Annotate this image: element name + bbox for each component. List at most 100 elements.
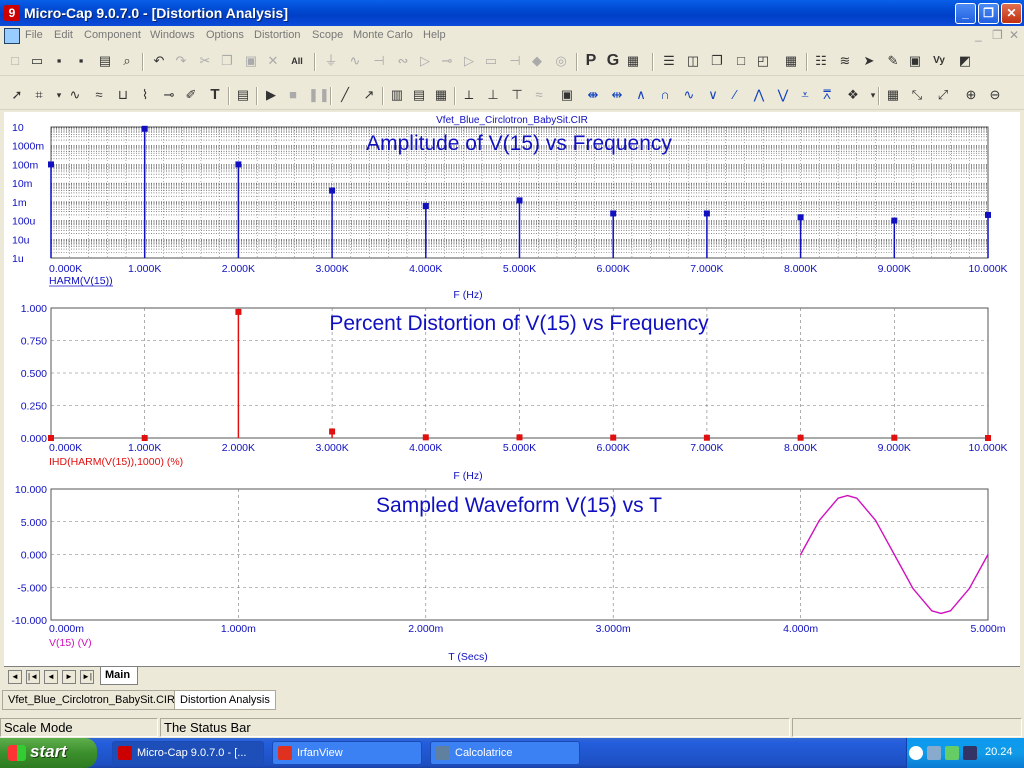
menu-monte-carlo[interactable]: Monte Carlo — [353, 29, 413, 41]
scale-icon[interactable]: ▣ — [558, 86, 576, 104]
high-cursor-icon[interactable]: ∿ — [680, 86, 698, 104]
source-icon[interactable]: ◎ — [552, 52, 570, 70]
doc-tab-circuit[interactable]: Vfet_Blue_Circlotron_BabySit.CIR — [2, 690, 181, 710]
auto-scale-icon[interactable]: ⤢ — [934, 86, 952, 104]
global-low-icon[interactable]: ⋁ — [774, 86, 792, 104]
cascade-icon[interactable]: ❐ — [708, 52, 726, 70]
network-icon[interactable] — [927, 746, 941, 760]
save-all-icon[interactable]: ▪ — [72, 52, 90, 70]
stop-icon[interactable]: ■ — [284, 86, 302, 104]
analysis-plots[interactable]: Vfet_Blue_Circlotron_BabySit.CIR 10 1000m 1… — [4, 112, 1020, 666]
print-icon[interactable]: ▤ — [96, 52, 114, 70]
probe-g-button[interactable]: G — [604, 52, 622, 70]
menu-scope[interactable]: Scope — [312, 29, 343, 41]
probe-p-button[interactable]: P — [582, 52, 600, 70]
xy-scale-icon[interactable]: ⤡ — [908, 86, 926, 104]
mdi-close-button[interactable]: ✕ — [1009, 28, 1019, 42]
table-icon[interactable]: ▤ — [410, 86, 428, 104]
valley-icon[interactable]: ⊤ — [508, 86, 526, 104]
bottom-icon[interactable]: ⩞ — [818, 86, 836, 104]
macro-icon[interactable]: ▭ — [482, 52, 500, 70]
low-cursor-icon[interactable]: ∨ — [704, 86, 722, 104]
document-icon[interactable] — [4, 28, 20, 44]
task-irfanview[interactable]: IrfanView — [272, 741, 422, 765]
global-high-icon[interactable]: ⋀ — [750, 86, 768, 104]
tray-arrow-icon[interactable] — [909, 746, 923, 760]
menu-help[interactable]: Help — [423, 29, 446, 41]
select-all-icon[interactable]: AII — [288, 52, 306, 70]
microcap-app-icon[interactable]: 9 — [4, 5, 20, 21]
peak-icon[interactable]: ⊥ — [484, 86, 502, 104]
inductor-icon[interactable]: ∾ — [394, 52, 412, 70]
zoom-in-icon[interactable]: ⊕ — [962, 86, 980, 104]
resistor-icon[interactable]: ∿ — [346, 52, 364, 70]
zoom-out-icon[interactable]: ⊖ — [986, 86, 1004, 104]
diode-icon[interactable]: ▷ — [416, 52, 434, 70]
capacitor-icon[interactable]: ⊣ — [370, 52, 388, 70]
restore-button[interactable]: ❐ — [978, 3, 999, 24]
cursor-right-icon[interactable]: ⇹ — [608, 86, 626, 104]
pen-icon[interactable]: ✎ — [884, 52, 902, 70]
wire-icon[interactable]: ∿ — [66, 86, 84, 104]
calculator-icon[interactable]: ▦ — [782, 52, 800, 70]
new-icon[interactable]: □ — [6, 52, 24, 70]
close-button[interactable]: ✕ — [1001, 3, 1022, 24]
peak-cursor-icon[interactable]: ∧ — [632, 86, 650, 104]
ground-icon[interactable]: ⏚ — [322, 52, 340, 70]
battery-tray-icon[interactable] — [945, 746, 959, 760]
tile-vertical-icon[interactable]: ◫ — [684, 52, 702, 70]
library-icon[interactable]: ❖ — [844, 86, 862, 104]
text-tool-icon[interactable]: T — [206, 86, 224, 104]
waveform-icon[interactable]: ≋ — [836, 52, 854, 70]
grid-on-icon[interactable]: ▥ — [388, 86, 406, 104]
tab-main[interactable]: Main — [100, 667, 138, 685]
picture-icon[interactable]: ▣ — [906, 52, 924, 70]
pin-icon[interactable]: ⊸ — [160, 86, 178, 104]
copy-icon[interactable]: ❐ — [218, 52, 236, 70]
mdi-minimize-button[interactable]: _ — [975, 28, 982, 42]
line-icon[interactable]: ╱ — [336, 86, 354, 104]
mdi-restore-button[interactable]: ❐ — [992, 28, 1003, 42]
cursor-left-icon[interactable]: ⇼ — [584, 86, 602, 104]
run-icon[interactable]: ▶ — [262, 86, 280, 104]
window-icon[interactable]: ◩ — [956, 52, 974, 70]
last-page-button[interactable]: ►| — [80, 670, 94, 684]
save-icon[interactable]: ▪ — [50, 52, 68, 70]
numeric-output-icon[interactable]: ▦ — [884, 86, 902, 104]
paste-icon[interactable]: ▣ — [242, 52, 260, 70]
minor-grid-icon[interactable]: ▦ — [432, 86, 450, 104]
cursor-mode-icon[interactable]: ⟂ — [460, 86, 478, 104]
menu-component[interactable]: Component — [84, 29, 141, 41]
component-list-icon[interactable]: ☷ — [812, 52, 830, 70]
vy-icon[interactable]: Vy — [930, 52, 948, 70]
pointer-icon[interactable]: ➤ — [860, 52, 878, 70]
select-mode-icon[interactable]: ⌗ — [30, 86, 48, 104]
properties-icon[interactable]: ▤ — [234, 86, 252, 104]
probe-icon[interactable]: ▦ — [624, 52, 642, 70]
plot-area[interactable]: Vfet_Blue_Circlotron_BabySit.CIR 10 1000m 1… — [4, 112, 1020, 666]
node-icon[interactable]: ◆ — [528, 52, 546, 70]
menu-options[interactable]: Options — [206, 29, 244, 41]
redo-icon[interactable]: ↷ — [172, 52, 190, 70]
battery-icon[interactable]: ⊣ — [506, 52, 524, 70]
restore-icon[interactable]: ◰ — [754, 52, 772, 70]
task-calcolatrice[interactable]: Calcolatrice — [430, 741, 580, 765]
inflection-icon[interactable]: ⁄ — [726, 86, 744, 104]
first-page-button[interactable]: |◄ — [26, 670, 40, 684]
function-icon[interactable]: ✐ — [182, 86, 200, 104]
prev-page-button[interactable]: ◄ — [44, 670, 58, 684]
grid-icon[interactable]: ⌇ — [136, 86, 154, 104]
valley-cursor-icon[interactable]: ∩ — [656, 86, 674, 104]
menu-distortion[interactable]: Distortion — [254, 29, 300, 41]
menu-file[interactable]: File — [25, 29, 43, 41]
tile-horizontal-icon[interactable]: ☰ — [660, 52, 678, 70]
pause-icon[interactable]: ❚❚ — [308, 86, 330, 104]
arrow-line-icon[interactable]: ↗ — [360, 86, 378, 104]
scroll-left-button[interactable]: ◄ — [8, 670, 22, 684]
minimize-button[interactable]: _ — [955, 3, 976, 24]
opamp-icon[interactable]: ▷ — [460, 52, 478, 70]
flag-icon[interactable]: ⊔ — [114, 86, 132, 104]
bluetooth-icon[interactable] — [963, 746, 977, 760]
print-preview-icon[interactable]: ⌕ — [118, 52, 136, 70]
menu-windows[interactable]: Windows — [150, 29, 195, 41]
